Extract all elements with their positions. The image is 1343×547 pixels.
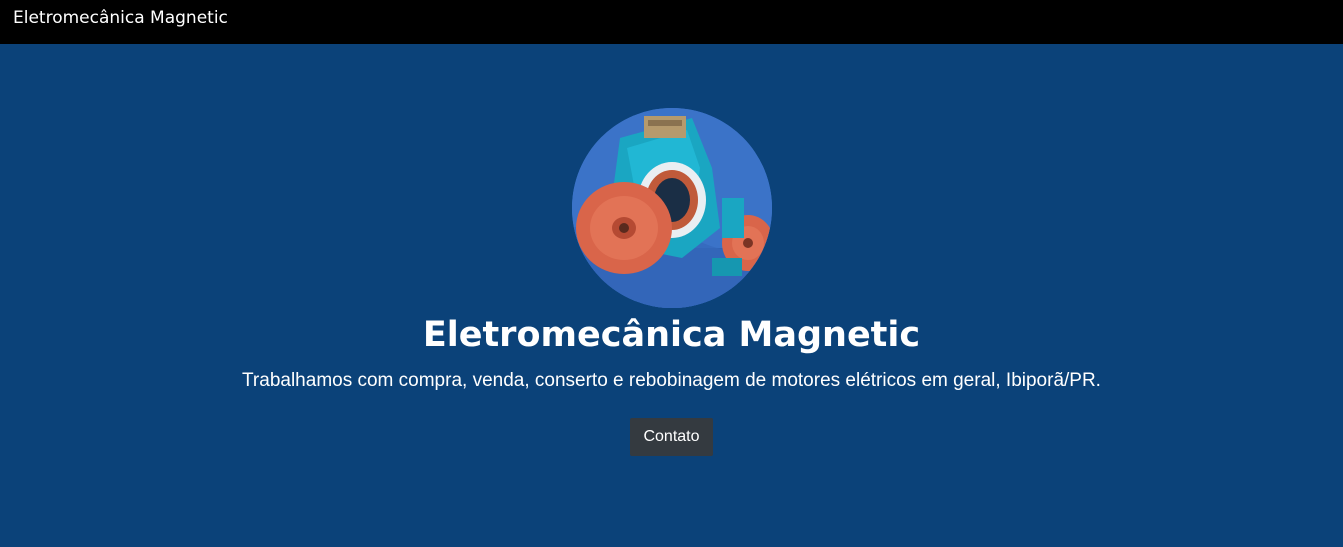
- hero-section: Eletromecânica Magnetic Trabalhamos com …: [0, 44, 1343, 547]
- navbar: Eletromecânica Magnetic: [0, 0, 1343, 44]
- motor-photo-illustration: [572, 108, 772, 308]
- hero-title: Eletromecânica Magnetic: [422, 315, 921, 355]
- motor-photo: [572, 108, 772, 308]
- contact-button[interactable]: Contato: [630, 418, 713, 456]
- hero-description: Trabalhamos com compra, venda, conserto …: [242, 370, 1101, 391]
- navbar-brand-link[interactable]: Eletromecânica Magnetic: [13, 7, 228, 29]
